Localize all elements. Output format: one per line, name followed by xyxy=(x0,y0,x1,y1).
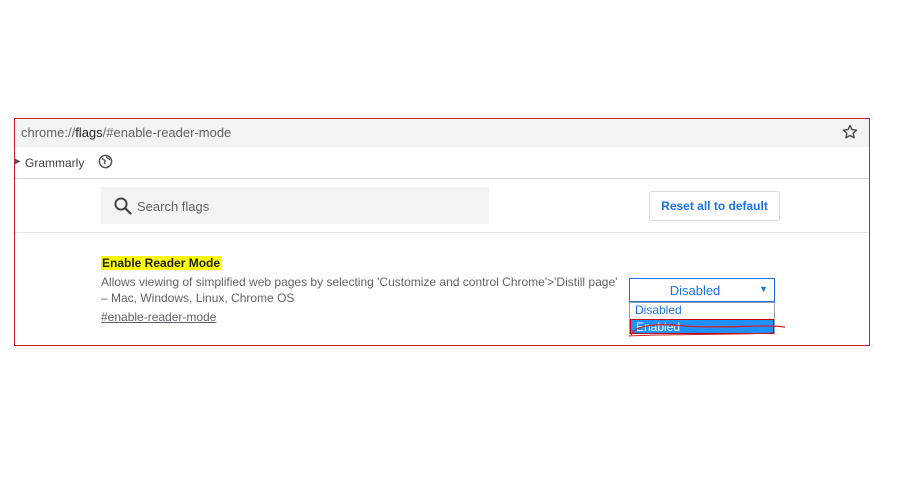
reset-all-button[interactable]: Reset all to default xyxy=(649,191,780,221)
browser-window: chrome://flags/#enable-reader-mode ▶ Gra… xyxy=(14,118,870,346)
bookmarks-bar: ▶ Grammarly xyxy=(15,147,869,179)
grammarly-icon: ▶ xyxy=(15,156,21,167)
bookmark-star-icon[interactable] xyxy=(841,123,859,141)
search-icon xyxy=(114,197,132,215)
address-bar[interactable]: chrome://flags/#enable-reader-mode xyxy=(15,119,869,147)
flags-toolbar: Reset all to default xyxy=(15,179,869,233)
select-value: Disabled xyxy=(669,283,721,298)
url-text[interactable]: chrome://flags/#enable-reader-mode xyxy=(21,125,231,140)
flag-description: Allows viewing of simplified web pages b… xyxy=(101,275,618,305)
search-input[interactable] xyxy=(137,196,467,216)
search-box[interactable] xyxy=(101,187,489,224)
bookmark-grammarly[interactable]: Grammarly xyxy=(25,156,84,170)
flag-title: Enable Reader Mode xyxy=(101,256,222,270)
red-annotation-scribble xyxy=(628,324,785,337)
globe-icon[interactable] xyxy=(98,154,113,169)
chevron-down-icon: ▼ xyxy=(759,284,768,294)
url-scheme: chrome:// xyxy=(21,125,76,140)
url-path: /#enable-reader-mode xyxy=(102,125,232,140)
url-host: flags xyxy=(75,125,103,140)
flag-state-select[interactable]: Disabled ▼ xyxy=(629,278,775,302)
flag-permalink[interactable]: #enable-reader-mode xyxy=(101,310,216,324)
